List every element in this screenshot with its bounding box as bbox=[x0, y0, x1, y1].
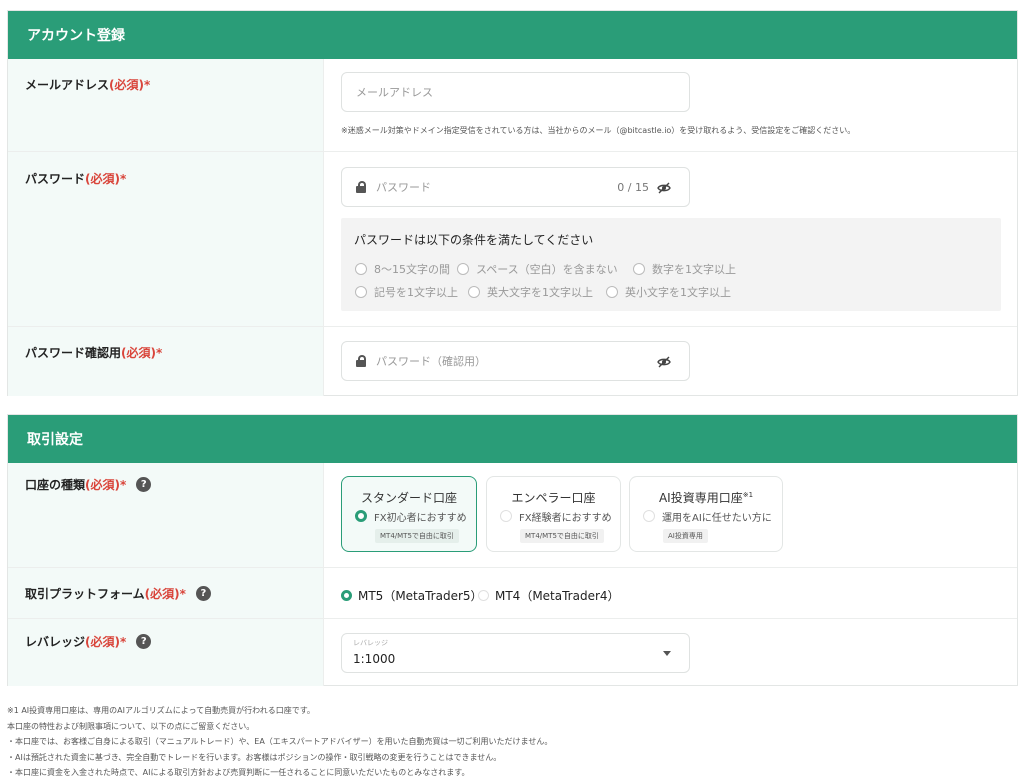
eye-off-icon[interactable] bbox=[657, 355, 671, 369]
lock-icon bbox=[356, 181, 366, 193]
platform-label: 取引プラットフォーム (必須)* ? bbox=[25, 585, 211, 602]
leverage-label: レバレッジ (必須)* ? bbox=[25, 633, 152, 650]
radio-selected-icon bbox=[355, 510, 367, 522]
card-tag: MT4/MT5で自由に取引 bbox=[375, 529, 459, 543]
required-mark: (必須)* bbox=[109, 78, 151, 92]
circle-icon bbox=[606, 286, 618, 298]
condition-item: 英大文字を1文字以上 bbox=[468, 284, 593, 300]
email-note: ※迷惑メール対策やドメイン指定受信をされている方は、当社からのメール（@bitc… bbox=[341, 126, 856, 135]
circle-icon bbox=[633, 263, 645, 275]
account-card-emperor[interactable]: エンペラー口座 FX経験者におすすめ MT4/MT5で自由に取引 bbox=[486, 476, 621, 552]
required-mark: (必須)* bbox=[144, 587, 186, 601]
lock-icon bbox=[356, 355, 366, 367]
email-label: メールアドレス (必須)* bbox=[25, 78, 151, 92]
trading-section: 取引設定 口座の種類 (必須)* ? スタンダード口座 FX初心者におすすめ MT… bbox=[7, 414, 1018, 686]
required-mark: (必須)* bbox=[121, 346, 163, 360]
condition-item: スペース（空白）を含まない bbox=[457, 261, 618, 277]
card-tag: MT4/MT5で自由に取引 bbox=[520, 529, 604, 543]
account-type-label: 口座の種類 (必須)* ? bbox=[25, 476, 152, 493]
radio-selected-icon bbox=[341, 590, 352, 601]
card-title: エンペラー口座 bbox=[511, 491, 596, 505]
email-row: メールアドレス (必須)* メールアドレス ※迷惑メール対策やドメイン指定受信をさ… bbox=[8, 59, 1017, 151]
password-input[interactable]: パスワード 0 / 15 bbox=[341, 167, 690, 207]
eye-off-icon[interactable] bbox=[657, 181, 671, 195]
help-icon[interactable]: ? bbox=[195, 586, 211, 601]
platform-option-mt4[interactable]: MT4（MetaTrader4） bbox=[478, 587, 620, 604]
circle-icon bbox=[355, 263, 367, 275]
condition-item: 英小文字を1文字以上 bbox=[606, 284, 731, 300]
circle-icon bbox=[355, 286, 367, 298]
password-confirm-placeholder: パスワード（確認用） bbox=[376, 355, 486, 368]
required-mark: (必須)* bbox=[85, 172, 127, 186]
radio-icon bbox=[500, 510, 512, 522]
email-placeholder: メールアドレス bbox=[356, 86, 433, 99]
radio-icon bbox=[478, 590, 489, 601]
password-counter: 0 / 15 bbox=[617, 181, 649, 194]
select-value: 1:1000 bbox=[353, 652, 396, 666]
platform-row: 取引プラットフォーム (必須)* ? MT5（MetaTrader5） MT4（M… bbox=[8, 567, 1017, 618]
help-icon[interactable]: ? bbox=[136, 477, 152, 492]
password-confirm-label: パスワード確認用 (必須)* bbox=[25, 346, 163, 360]
footnote-line: 本口座の特性および制限事項について、以下の点にご留意ください。 bbox=[7, 721, 255, 731]
condition-item: 記号を1文字以上 bbox=[355, 284, 458, 300]
condition-item: 数字を1文字以上 bbox=[633, 261, 736, 277]
required-mark: (必須)* bbox=[85, 478, 127, 492]
circle-icon bbox=[468, 286, 480, 298]
select-caption: レバレッジ bbox=[353, 639, 388, 647]
footnotes: ※1 AI投資専用口座は、専用のAIアルゴリズムによって自動売買が行われる口座で… bbox=[7, 703, 1007, 781]
help-icon[interactable]: ? bbox=[136, 634, 152, 649]
caret-down-icon bbox=[663, 651, 671, 656]
password-row: パスワード (必須)* パスワード 0 / 15 パスワードは以下の条件を満たして… bbox=[8, 151, 1017, 326]
platform-option-mt5[interactable]: MT5（MetaTrader5） bbox=[341, 587, 483, 604]
trading-section-title: 取引設定 bbox=[8, 415, 1017, 463]
card-title: スタンダード口座 bbox=[360, 491, 457, 505]
footnote-line: ・本口座に資金を入金された時点で、AIによる取引方針および売買判断に一任されるこ… bbox=[7, 768, 470, 777]
password-conditions: パスワードは以下の条件を満たしてください 8〜15文字の間 スペース（空白）を含… bbox=[341, 218, 1001, 311]
card-subtitle: 運用をAIに任せたい方に bbox=[662, 513, 772, 524]
condition-item: 8〜15文字の間 bbox=[355, 261, 450, 277]
account-section: アカウント登録 メールアドレス (必須)* メールアドレス ※迷惑メール対策やドメ… bbox=[7, 10, 1018, 396]
card-title: AI投資専用口座※1 bbox=[658, 491, 754, 505]
account-card-ai[interactable]: AI投資専用口座※1 運用をAIに任せたい方に AI投資専用 bbox=[629, 476, 783, 552]
password-label: パスワード (必須)* bbox=[25, 172, 127, 186]
leverage-select[interactable]: レバレッジ 1:1000 bbox=[341, 633, 690, 673]
required-mark: (必須)* bbox=[85, 635, 127, 649]
password-confirm-input[interactable]: パスワード（確認用） bbox=[341, 341, 690, 381]
footnote-line: ・本口座では、お客様ご自身による取引（マニュアルトレード）や、EA（エキスパート… bbox=[7, 737, 553, 746]
leverage-row: レバレッジ (必須)* ? レバレッジ 1:1000 bbox=[8, 618, 1017, 686]
conditions-title: パスワードは以下の条件を満たしてください bbox=[354, 233, 594, 247]
account-card-standard[interactable]: スタンダード口座 FX初心者におすすめ MT4/MT5で自由に取引 bbox=[341, 476, 477, 552]
card-tag: AI投資専用 bbox=[663, 529, 708, 543]
circle-icon bbox=[457, 263, 469, 275]
card-subtitle: FX初心者におすすめ bbox=[374, 513, 467, 524]
card-subtitle: FX経験者におすすめ bbox=[519, 513, 612, 524]
password-placeholder: パスワード bbox=[376, 181, 431, 194]
email-input[interactable]: メールアドレス bbox=[341, 72, 690, 112]
password-confirm-row: パスワード確認用 (必須)* パスワード（確認用） bbox=[8, 326, 1017, 396]
footnote-line: ※1 AI投資専用口座は、専用のAIアルゴリズムによって自動売買が行われる口座で… bbox=[7, 706, 315, 715]
account-section-title: アカウント登録 bbox=[8, 11, 1017, 59]
footnote-line: ・AIは預託された資金に基づき、完全自動でトレードを行います。お客様はポジション… bbox=[7, 752, 502, 762]
radio-icon bbox=[643, 510, 655, 522]
